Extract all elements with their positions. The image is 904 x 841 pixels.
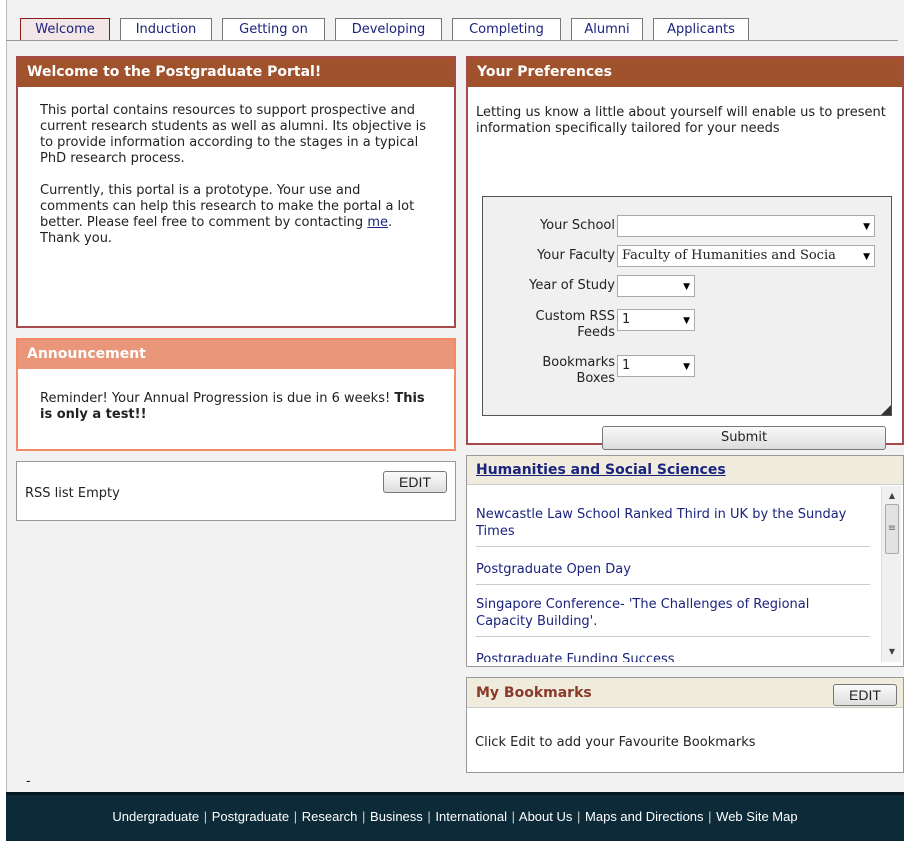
rss-feeds-select-value: 1 bbox=[622, 312, 631, 327]
chevron-down-icon: ▼ bbox=[863, 222, 870, 232]
year-select[interactable]: ▼ bbox=[617, 275, 695, 297]
tab-completing[interactable]: Completing bbox=[452, 18, 561, 40]
bookmark-boxes-label-line2: Boxes bbox=[576, 371, 615, 386]
tab-underline bbox=[6, 40, 898, 41]
rss-feeds-label: Custom RSS Feeds bbox=[495, 309, 615, 341]
announcement-title: Announcement bbox=[18, 340, 454, 369]
bookmarks-box: My Bookmarks EDIT Click Edit to add your… bbox=[466, 677, 904, 773]
news-header: Humanities and Social Sciences bbox=[467, 456, 903, 485]
footer-link-undergraduate[interactable]: Undergraduate bbox=[112, 809, 199, 824]
rss-edit-button[interactable]: EDIT bbox=[383, 471, 447, 493]
announcement-body: Reminder! Your Annual Progression is due… bbox=[18, 369, 454, 423]
tab-developing[interactable]: Developing bbox=[335, 18, 442, 40]
tab-getting-on[interactable]: Getting on bbox=[222, 18, 325, 40]
faculty-label: Your Faculty bbox=[537, 248, 615, 263]
footer-link-postgraduate[interactable]: Postgraduate bbox=[212, 809, 289, 824]
scroll-thumb[interactable]: ≡ bbox=[885, 504, 899, 554]
news-item[interactable]: Postgraduate Funding Success bbox=[476, 651, 870, 662]
tab-bar: Welcome Induction Getting on Developing … bbox=[10, 18, 770, 40]
welcome-box: Welcome to the Postgraduate Portal! This… bbox=[16, 56, 456, 328]
resize-grip-icon[interactable] bbox=[881, 405, 891, 415]
welcome-title: Welcome to the Postgraduate Portal! bbox=[18, 58, 454, 87]
rss-feeds-label-line1: Custom RSS bbox=[535, 309, 615, 324]
tab-induction[interactable]: Induction bbox=[120, 18, 212, 40]
footer-link-site-map[interactable]: Web Site Map bbox=[716, 809, 797, 824]
bookmark-boxes-label-line1: Bookmarks bbox=[542, 355, 615, 370]
bookmarks-empty-text: Click Edit to add your Favourite Bookmar… bbox=[475, 735, 756, 750]
chevron-down-icon: ▼ bbox=[860, 246, 870, 266]
bookmark-boxes-select[interactable]: 1 ▼ bbox=[617, 355, 695, 377]
bookmark-boxes-select-value: 1 bbox=[622, 358, 631, 373]
news-item[interactable]: Newcastle Law School Ranked Third in UK … bbox=[476, 506, 870, 547]
footer-separator: | bbox=[511, 809, 515, 824]
school-label: Your School bbox=[539, 218, 615, 233]
news-scrollbar[interactable]: ▲ ≡ ▼ bbox=[881, 486, 901, 662]
stray-dash: - bbox=[26, 774, 31, 789]
footer-link-business[interactable]: Business bbox=[370, 809, 423, 824]
footer-separator: | bbox=[362, 809, 366, 824]
announcement-reminder: Reminder! Your Annual Progression is due… bbox=[40, 391, 395, 406]
news-list: Newcastle Law School Ranked Third in UK … bbox=[467, 486, 879, 662]
news-box: Humanities and Social Sciences Newcastle… bbox=[466, 455, 904, 667]
preferences-box: Your Preferences Letting us know a littl… bbox=[466, 56, 904, 450]
preferences-title: Your Preferences bbox=[468, 58, 902, 87]
faculty-select-value: Faculty of Humanities and Socia bbox=[622, 248, 836, 263]
footer-separator: | bbox=[427, 809, 431, 824]
year-label: Year of Study bbox=[529, 278, 615, 293]
chevron-down-icon: ▼ bbox=[683, 362, 690, 372]
footer-link-international[interactable]: International bbox=[435, 809, 507, 824]
news-item[interactable]: Postgraduate Open Day bbox=[476, 561, 870, 585]
rss-feeds-label-line2: Feeds bbox=[577, 325, 615, 340]
footer: Undergraduate | Postgraduate | Research … bbox=[6, 792, 904, 841]
tab-applicants[interactable]: Applicants bbox=[653, 18, 749, 40]
faculty-select[interactable]: Faculty of Humanities and Socia ▼ bbox=[617, 245, 875, 267]
chevron-down-icon: ▼ bbox=[683, 282, 690, 292]
rss-feeds-select[interactable]: 1 ▼ bbox=[617, 309, 695, 331]
preferences-intro: Letting us know a little about yourself … bbox=[476, 105, 886, 136]
tab-alumni[interactable]: Alumni bbox=[571, 18, 643, 40]
welcome-paragraph-1: This portal contains resources to suppor… bbox=[40, 103, 427, 166]
footer-separator: | bbox=[577, 809, 581, 824]
rss-empty-text: RSS list Empty bbox=[25, 486, 120, 501]
preferences-panel: Your School ▼ Your Faculty Faculty of Hu… bbox=[482, 196, 892, 416]
chevron-down-icon: ▼ bbox=[683, 316, 690, 326]
tab-welcome[interactable]: Welcome bbox=[20, 18, 110, 40]
footer-separator: | bbox=[708, 809, 712, 824]
scroll-up-icon[interactable]: ▲ bbox=[882, 488, 902, 504]
footer-link-about-us[interactable]: About Us bbox=[519, 809, 572, 824]
footer-link-maps-directions[interactable]: Maps and Directions bbox=[585, 809, 704, 824]
submit-button[interactable]: Submit bbox=[602, 426, 886, 450]
rss-box: RSS list Empty EDIT bbox=[16, 461, 456, 521]
announcement-box: Announcement Reminder! Your Annual Progr… bbox=[16, 338, 456, 451]
welcome-body: This portal contains resources to suppor… bbox=[18, 87, 454, 247]
school-select[interactable]: ▼ bbox=[617, 215, 875, 237]
contact-me-link[interactable]: me bbox=[367, 215, 388, 230]
scroll-down-icon[interactable]: ▼ bbox=[882, 644, 902, 660]
bookmarks-edit-button[interactable]: EDIT bbox=[833, 684, 897, 706]
footer-separator: | bbox=[203, 809, 208, 824]
footer-separator: | bbox=[293, 809, 298, 824]
news-title-link[interactable]: Humanities and Social Sciences bbox=[476, 462, 726, 478]
bookmark-boxes-label: Bookmarks Boxes bbox=[495, 355, 615, 387]
news-item[interactable]: Singapore Conference- 'The Challenges of… bbox=[476, 596, 870, 637]
welcome-paragraph-2-text: Currently, this portal is a prototype. Y… bbox=[40, 183, 415, 230]
announcement-text: Reminder! Your Annual Progression is due… bbox=[40, 391, 432, 423]
footer-link-research[interactable]: Research bbox=[302, 809, 358, 824]
welcome-paragraph-2: Currently, this portal is a prototype. Y… bbox=[40, 183, 432, 247]
